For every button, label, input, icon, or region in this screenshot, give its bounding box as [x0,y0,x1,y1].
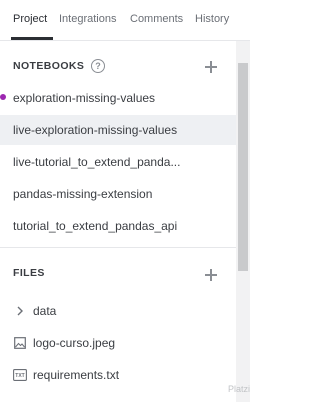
notebook-label: pandas-missing-extension [13,187,153,201]
notebook-item[interactable]: pandas-missing-extension [0,179,236,209]
file-label: logo-curso.jpeg [33,336,116,350]
watermark: Platzi [228,384,251,394]
section-divider [0,247,236,248]
files-header: FILES [13,267,45,279]
add-file-icon[interactable] [205,269,217,281]
notebook-item-selected[interactable]: live-exploration-missing-values [0,115,236,145]
svg-text:TXT: TXT [15,373,24,379]
notebook-item[interactable]: live-tutorial_to_extend_panda... [0,147,236,177]
notebook-label: tutorial_to_extend_pandas_api [13,219,178,233]
file-item-logo[interactable]: logo-curso.jpeg [0,330,236,356]
tab-integrations[interactable]: Integrations [59,13,116,25]
notebook-label: live-tutorial_to_extend_panda... [13,155,181,169]
txt-file-icon: TXT [13,369,27,381]
chevron-right-icon [17,306,23,316]
notebook-label: live-exploration-missing-values [13,123,178,137]
folder-item-data[interactable]: data [0,298,236,324]
notebook-item[interactable]: tutorial_to_extend_pandas_api [0,211,236,241]
active-tab-indicator [11,37,53,40]
notebooks-header: NOTEBOOKS [13,60,85,72]
notebook-item[interactable]: exploration-missing-values [0,83,236,113]
tab-bar: Project Integrations Comments History [0,0,250,41]
vertical-scrollbar[interactable] [236,41,250,402]
image-file-icon [14,337,26,349]
file-label: data [33,304,57,318]
help-icon[interactable]: ? [91,59,105,73]
project-panel: NOTEBOOKS ? exploration-missing-values l… [0,41,236,402]
file-item-requirements[interactable]: TXT requirements.txt [0,362,236,388]
tab-project[interactable]: Project [13,13,47,25]
tab-comments[interactable]: Comments [130,13,183,25]
tab-history[interactable]: History [195,13,229,25]
scrollbar-thumb[interactable] [238,63,248,271]
file-label: requirements.txt [33,368,120,382]
notebook-label: exploration-missing-values [13,91,156,105]
add-notebook-icon[interactable] [205,61,217,73]
